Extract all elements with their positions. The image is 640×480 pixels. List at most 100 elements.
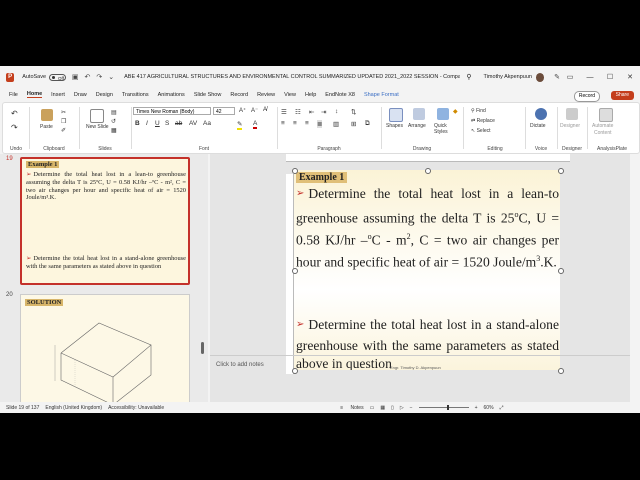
designer-icon[interactable]: [566, 108, 578, 120]
tab-design[interactable]: Design: [96, 92, 113, 98]
ribbon-display-icon[interactable]: ▭: [560, 73, 580, 81]
spacing-icon[interactable]: AV: [189, 120, 197, 127]
find-button[interactable]: ⚲ Find: [471, 108, 486, 114]
autosave-toggle[interactable]: Off: [49, 73, 66, 81]
designer-button-label[interactable]: Designer: [560, 123, 580, 129]
normal-view-icon[interactable]: ▭: [370, 405, 375, 411]
cut-icon[interactable]: ✂: [61, 109, 66, 116]
resize-handle-t[interactable]: [425, 168, 431, 174]
accessibility-status[interactable]: Accessibility: Unavailable: [108, 405, 164, 411]
share-button[interactable]: Share: [610, 91, 634, 100]
shape-fill-icon[interactable]: ◆: [453, 108, 458, 115]
arrange-label[interactable]: Arrange: [408, 123, 426, 129]
resize-handle-tl[interactable]: [292, 168, 298, 174]
microphone-icon[interactable]: [535, 108, 547, 120]
ribbon-redo-icon[interactable]: ↷: [11, 123, 18, 132]
paste-icon[interactable]: [41, 109, 53, 121]
customize-icon[interactable]: ⌄: [108, 73, 114, 81]
decrease-indent-icon[interactable]: ⇤: [309, 108, 314, 116]
slide-heading[interactable]: Example 1: [296, 172, 348, 183]
section-icon[interactable]: ▦: [111, 127, 117, 134]
save-icon[interactable]: ▣: [72, 73, 79, 81]
tab-endnote[interactable]: EndNote X8: [325, 92, 355, 98]
slide-thumbnail-20[interactable]: SOLUTION: [20, 294, 190, 404]
bold-icon[interactable]: B: [135, 120, 140, 127]
dictate-label[interactable]: Dictate: [530, 123, 546, 129]
shapes-icon[interactable]: [389, 108, 403, 122]
font-color-icon[interactable]: A: [253, 120, 258, 129]
zoom-in-icon[interactable]: +: [475, 405, 478, 411]
language[interactable]: English (United Kingdom): [45, 405, 102, 411]
zoom-level[interactable]: 60%: [484, 405, 494, 411]
tab-record[interactable]: Record: [230, 92, 248, 98]
automate-icon[interactable]: [599, 108, 613, 122]
shadow-icon[interactable]: S: [165, 120, 169, 127]
ribbon-undo-icon[interactable]: ↶: [11, 109, 18, 118]
justify-icon[interactable]: ≣: [317, 120, 323, 128]
slide-sorter-icon[interactable]: ▦: [380, 405, 385, 411]
replace-button[interactable]: ⇄ Replace: [471, 118, 495, 124]
grow-font-icon[interactable]: A⁺: [239, 107, 246, 114]
tab-slide-show[interactable]: Slide Show: [194, 92, 222, 98]
tab-file[interactable]: File: [9, 92, 18, 98]
tab-animations[interactable]: Animations: [158, 92, 185, 98]
minimize-icon[interactable]: —: [580, 74, 600, 81]
bullets-icon[interactable]: ☰: [281, 108, 287, 116]
italic-icon[interactable]: I: [146, 120, 148, 127]
underline-icon[interactable]: U: [155, 120, 160, 127]
highlight-icon[interactable]: ✎: [237, 120, 243, 130]
new-slide-label[interactable]: New Slide: [86, 124, 109, 130]
automate-label-1[interactable]: Automate: [592, 123, 613, 129]
fit-slide-icon[interactable]: ⤢: [500, 405, 504, 411]
reading-view-icon[interactable]: ▯: [391, 405, 394, 411]
shrink-font-icon[interactable]: A⁻: [251, 107, 258, 114]
user-name[interactable]: Timothy Akpenpuun: [484, 74, 532, 80]
layout-icon[interactable]: ▤: [111, 109, 117, 116]
paste-label[interactable]: Paste: [40, 124, 53, 130]
tab-home[interactable]: Home: [26, 91, 43, 98]
resize-handle-l[interactable]: [292, 268, 298, 274]
tab-help[interactable]: Help: [305, 92, 316, 98]
tab-review[interactable]: Review: [257, 92, 275, 98]
columns-icon[interactable]: ▥: [333, 120, 339, 128]
undo-icon[interactable]: ↶: [84, 73, 90, 81]
align-text-icon[interactable]: ⊞: [351, 120, 356, 128]
strikethrough-icon[interactable]: ab: [175, 120, 182, 127]
avatar[interactable]: [535, 72, 545, 82]
copy-icon[interactable]: ❐: [61, 118, 66, 125]
resize-handle-tr[interactable]: [558, 168, 564, 174]
notes-pane[interactable]: Click to add notes: [210, 355, 630, 379]
slide-paragraph-1[interactable]: ➢ Determine the total heat lost in a lean…: [296, 185, 559, 272]
tab-view[interactable]: View: [284, 92, 296, 98]
record-button[interactable]: Record: [573, 91, 600, 102]
shapes-label[interactable]: Shapes: [386, 123, 403, 129]
text-direction-icon[interactable]: ⇅: [351, 108, 356, 116]
slide-thumbnail-19[interactable]: Example 1 ➢ Determine the total heat lost…: [20, 157, 190, 285]
zoom-out-icon[interactable]: −: [410, 405, 413, 411]
automate-label-2[interactable]: Content: [594, 130, 612, 136]
slide-thumbnail-pane[interactable]: 19 Example 1 ➢ Determine the total heat l…: [0, 154, 208, 404]
close-icon[interactable]: ✕: [620, 73, 640, 81]
select-button[interactable]: ↖ Select: [471, 128, 491, 134]
quick-styles-icon[interactable]: [437, 108, 449, 120]
align-center-icon[interactable]: ≡: [293, 120, 297, 127]
quick-styles-label[interactable]: Quick Styles: [434, 123, 456, 135]
zoom-slider[interactable]: [418, 405, 469, 410]
current-slide[interactable]: Example 1 ➢ Determine the total heat lost…: [294, 170, 560, 370]
font-size-select[interactable]: 42: [213, 107, 235, 115]
numbering-icon[interactable]: ☷: [295, 108, 301, 116]
slideshow-icon[interactable]: ▷: [400, 405, 404, 411]
align-left-icon[interactable]: ≡: [281, 120, 285, 127]
maximize-icon[interactable]: ☐: [600, 73, 620, 81]
tab-insert[interactable]: Insert: [51, 92, 65, 98]
new-slide-icon[interactable]: [90, 109, 104, 123]
thumbnail-scrollbar[interactable]: [201, 342, 204, 354]
increase-indent-icon[interactable]: ⇥: [321, 108, 326, 116]
reset-icon[interactable]: ↺: [111, 118, 116, 125]
case-icon[interactable]: Aa: [203, 120, 211, 127]
redo-icon[interactable]: ↷: [96, 73, 102, 81]
tab-transitions[interactable]: Transitions: [122, 92, 149, 98]
tab-draw[interactable]: Draw: [74, 92, 87, 98]
line-spacing-icon[interactable]: ↕: [335, 108, 338, 115]
font-name-select[interactable]: Times New Roman (Body): [133, 107, 211, 115]
